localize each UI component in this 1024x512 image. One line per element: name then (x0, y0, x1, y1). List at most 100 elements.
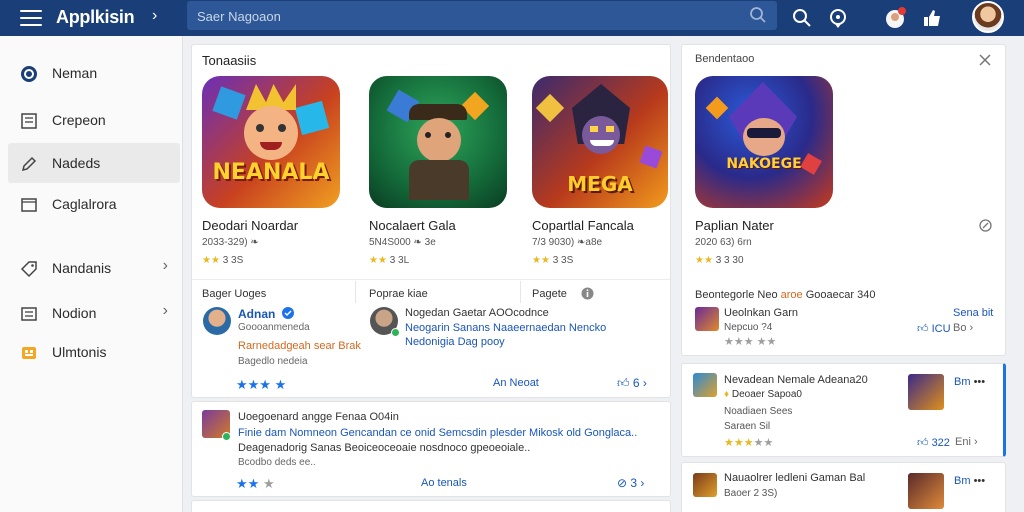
review-body[interactable]: Finie dam Nomneon Gencandan ce onid Semc… (238, 427, 637, 439)
column-header[interactable]: Poprae kiae (369, 288, 428, 300)
featured-panel: Tonaasiis NEANALA Deodari Noardar 2033-3… (191, 44, 671, 398)
game-name[interactable]: Paplian Nater (695, 218, 774, 233)
review-sub: Goooanmeneda (238, 322, 310, 333)
item-title[interactable]: Ueolnkan Garn (724, 307, 798, 319)
location-pin-icon[interactable] (826, 6, 850, 30)
sidebar-item-nandanis[interactable]: Nandanis › (8, 248, 180, 288)
review-author[interactable]: Adnan (238, 307, 275, 321)
circle-badge-icon (21, 66, 37, 82)
user-avatar[interactable] (972, 1, 1004, 33)
info-icon[interactable] (581, 287, 594, 300)
sidebar-item-nodion[interactable]: Nodion › (8, 293, 180, 333)
search-icon[interactable] (790, 6, 814, 30)
game-meta: 2020 63) 6rn (695, 237, 752, 248)
sidebar-item-caglalrora[interactable]: Caglalrora (8, 184, 180, 224)
menu-icon[interactable] (20, 8, 42, 28)
online-dot (391, 328, 400, 337)
chevron-right-icon[interactable]: › (163, 257, 168, 275)
search-bar[interactable] (187, 1, 777, 30)
star-icon: ★★ (532, 255, 550, 266)
list-card[interactable]: Nauaolrer ledleni Gaman Bal Baoer 2 3S) … (681, 462, 1006, 512)
sidebar-item-label: Caglalrora (52, 196, 117, 212)
game-thumbnail[interactable] (908, 374, 944, 410)
game-art-text: MEGA (567, 172, 633, 196)
card-sub: ♦ Deoaer Sapoa0 (724, 389, 802, 400)
game-rating: ★★ 3 3 30 (695, 255, 744, 266)
card-sub: Baoer 2 3S) (724, 488, 778, 499)
like-count[interactable]: 👍︎ ICU (917, 322, 951, 335)
avatar[interactable] (203, 307, 231, 335)
game-thumbnail[interactable] (693, 473, 717, 497)
sidebar-item-crepeon[interactable]: Crepeon (8, 100, 180, 140)
top-app-bar: Applkisin › (0, 0, 1024, 36)
game-rating-1: ★★ 3 3S (202, 255, 243, 266)
game-art-text: NAKOEGE (726, 156, 802, 172)
review-line[interactable]: Neogarin Sanans Naaeernaedan Nencko (405, 322, 606, 334)
info-line: Beontegorle Neo aroe Gooaecar 340 (695, 289, 876, 301)
game-icon-1[interactable]: NEANALA (202, 76, 340, 208)
item-action[interactable]: Sena bit (953, 307, 993, 319)
sidebar-item-label: Ulmtonis (52, 344, 107, 360)
review-title: Uoegoenard angge Fenaa O04in (238, 411, 399, 423)
list-card[interactable]: Nevadean Nemale Adeana20 ♦ Deoaer Sapoa0… (681, 363, 1006, 457)
game-icon-3[interactable]: MEGA (532, 76, 668, 208)
divider (355, 281, 356, 303)
info-icon[interactable] (979, 219, 992, 232)
game-rating-3: ★★ 3 3S (532, 255, 573, 266)
review-action[interactable]: Ao tenals (421, 477, 467, 489)
review-line: Nogedan Gaetar AOOcodnce (405, 307, 549, 319)
notification-avatar-icon[interactable] (884, 6, 908, 30)
search-input[interactable] (197, 7, 737, 25)
game-meta-2: 5N4S000 ❧ 3e (369, 237, 436, 248)
rating-stars: ★★★★★ (724, 437, 774, 449)
chevron-right-icon[interactable]: Bo › (953, 322, 973, 334)
chevron-right-icon[interactable]: › (163, 302, 168, 320)
card-side[interactable]: Bm ••• (954, 376, 985, 388)
card-side[interactable]: Bm ••• (954, 475, 985, 487)
sidebar-item-label: Nodion (52, 305, 97, 321)
card-sub: Noadiaen Sees (724, 406, 793, 417)
review-sub: Bcodbo deds ee.. (238, 457, 316, 468)
card-title[interactable]: Nevadean Nemale Adeana20 (724, 374, 868, 386)
chevron-right-icon[interactable]: › (152, 7, 157, 25)
game-rating-2: ★★ 3 3L (369, 255, 409, 266)
column-header[interactable]: Pagete (532, 288, 567, 300)
game-name-3[interactable]: Copartlal Fancala (532, 218, 634, 233)
game-thumbnail[interactable] (695, 307, 719, 331)
sidebar-item-label: Nadeds (52, 155, 101, 171)
share-button[interactable]: ⊘ 3 › (617, 476, 644, 490)
review-tag: Rarnedadgeah sear Brak (238, 340, 361, 352)
game-icon-detail[interactable]: NAKOEGE (695, 76, 833, 208)
column-header[interactable]: Bager Uoges (202, 288, 266, 300)
star-icon: ★★ (202, 255, 220, 266)
review-card-partial (191, 500, 671, 512)
game-thumbnail[interactable] (908, 473, 944, 509)
thumbs-up-icon[interactable] (920, 6, 944, 30)
rating-value: 3 3S (222, 255, 244, 266)
game-icon-2[interactable] (369, 76, 507, 208)
sidebar-item-ulmtonis[interactable]: Ulmtonis (8, 332, 180, 372)
close-icon[interactable] (979, 54, 991, 66)
game-meta-1: 2033-329) ❧ (202, 237, 259, 248)
game-name-2[interactable]: Nocalaert Gala (369, 218, 456, 233)
sidebar-item-neman[interactable]: Neman (8, 53, 180, 93)
like-button[interactable]: 👍︎ 6 › (617, 376, 647, 391)
document-icon (21, 113, 37, 129)
app-title[interactable]: Applkisin (56, 7, 135, 28)
panel-header: Bendentaoo (695, 53, 755, 65)
online-dot (222, 432, 231, 441)
sidebar: Neman Crepeon Nadeds Caglalrora Nandanis… (0, 36, 183, 512)
like-count[interactable]: 👍︎ 322 (917, 436, 950, 449)
tag-icon (20, 261, 37, 278)
sidebar-item-nadeds[interactable]: Nadeds (8, 143, 180, 183)
review-action[interactable]: An Neoat (493, 377, 539, 389)
game-name-1[interactable]: Deodari Noardar (202, 218, 298, 233)
card-action[interactable]: Eni › (955, 436, 978, 448)
card-title[interactable]: Nauaolrer ledleni Gaman Bal (724, 472, 865, 484)
sidebar-item-label: Neman (52, 65, 98, 81)
search-icon[interactable] (749, 6, 767, 24)
grid-orange-icon (22, 347, 36, 359)
game-art-text: NEANALA (212, 160, 330, 185)
game-thumbnail[interactable] (693, 373, 717, 397)
section-title: Tonaasiis (202, 53, 257, 68)
